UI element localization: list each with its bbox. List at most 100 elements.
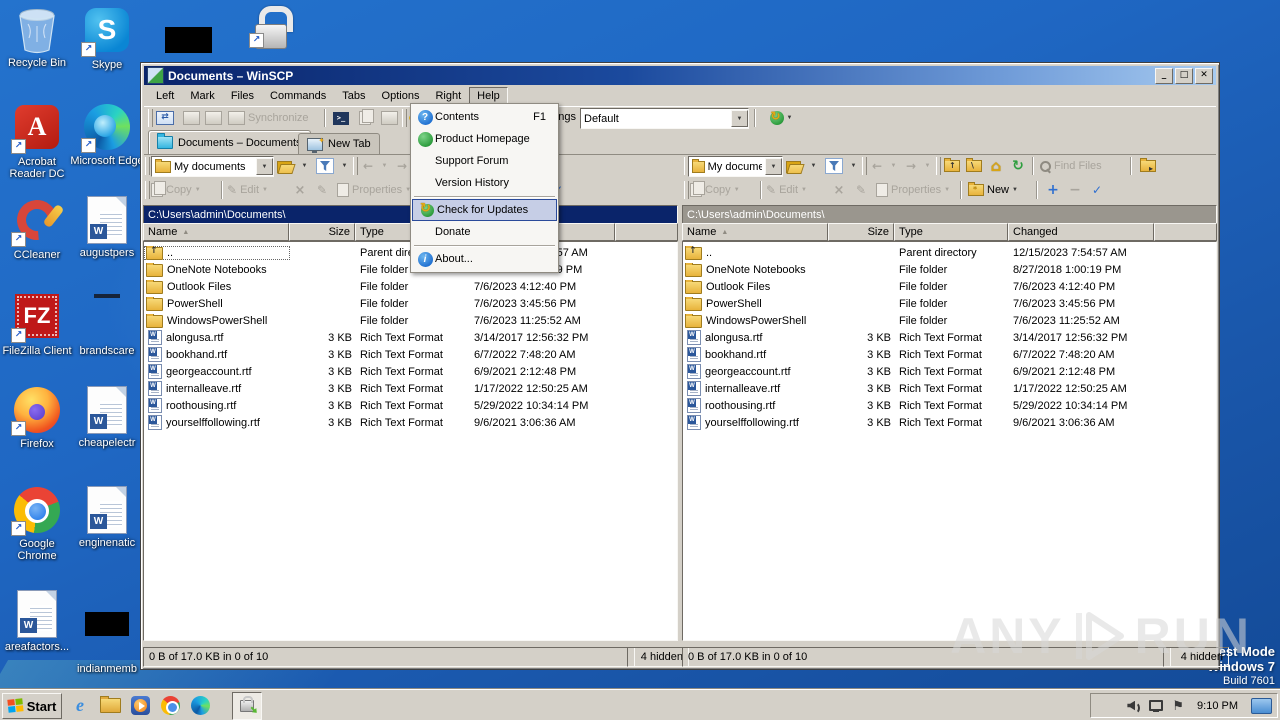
right-filter-button[interactable]	[822, 156, 846, 176]
menu-item-version-history[interactable]: Version History	[411, 172, 558, 194]
speaker-icon[interactable]	[1127, 700, 1141, 714]
desktop-icon-indianmemb[interactable]: indianmemb	[70, 590, 144, 675]
toolbar-grip[interactable]	[145, 181, 150, 199]
file-row-PowerShell[interactable]: PowerShell File folder 7/6/2023 3:45:56 PM	[144, 295, 677, 312]
menu-item-donate[interactable]: Donate	[411, 221, 558, 243]
menu-help[interactable]: Help	[469, 86, 508, 105]
desktop-icon-brandscare[interactable]: brandscare	[70, 292, 144, 357]
right-copy-button[interactable]: Copy	[690, 180, 752, 200]
menu-item-support-forum[interactable]: Support Forum	[411, 150, 558, 172]
left-filter-dropdown[interactable]	[339, 156, 350, 176]
file-row-Outlook-Files[interactable]: Outlook Files File folder 7/6/2023 4:12:40…	[683, 278, 1216, 295]
toolbar-grip[interactable]	[684, 181, 689, 199]
right-directory-tree-button[interactable]: ▸	[1136, 156, 1160, 176]
file-row-PowerShell[interactable]: PowerShell File folder 7/6/2023 3:45:56 PM	[683, 295, 1216, 312]
network-icon[interactable]	[1149, 699, 1164, 712]
taskbar-media-player-button[interactable]	[128, 694, 152, 716]
desktop-icon-skype[interactable]: S Skype	[70, 6, 144, 71]
file-row-roothousing.rtf[interactable]: roothousing.rtf 3 KB Rich Text Format 5/29/…	[683, 397, 1216, 414]
toolbar-grip[interactable]	[148, 109, 153, 127]
left-properties-button[interactable]: Properties	[337, 180, 415, 200]
column-header-name[interactable]: Name ▲	[682, 223, 828, 241]
left-copy-button[interactable]: Copy	[151, 180, 213, 200]
synchronize-button[interactable]: Synchronize	[228, 108, 320, 128]
file-row-bookhand.rtf[interactable]: bookhand.rtf 3 KB Rich Text Format 6/7/2022…	[683, 346, 1216, 363]
column-header-type[interactable]: Type	[894, 223, 1008, 241]
right-home-directory-button[interactable]: ⌂	[986, 156, 1006, 176]
desktop-icon-augustpers[interactable]: W augustpers	[70, 196, 144, 259]
desktop-icon-winscp[interactable]	[234, 4, 308, 52]
toolbar-grip[interactable]	[402, 109, 407, 127]
file-row-yourselffollowing.rtf[interactable]: yourselffollowing.rtf 3 KB Rich Text Forma…	[683, 414, 1216, 431]
menu-item-check-for-updates[interactable]: Check for Updates	[412, 199, 557, 221]
left-back-button[interactable]: ←	[359, 156, 377, 176]
update-button[interactable]: ↻	[762, 108, 800, 128]
toolbar-grip[interactable]	[353, 157, 358, 175]
file-row-..[interactable]: .. Parent directory 12/15/2023 7:54:57 AM	[683, 244, 1216, 261]
desktop-icon-chrome[interactable]: Google Chrome	[0, 486, 74, 562]
left-forward-button[interactable]: →	[393, 156, 411, 176]
left-back-dropdown[interactable]	[379, 156, 390, 176]
menu-left[interactable]: Left	[148, 87, 182, 105]
file-row-alongusa.rtf[interactable]: alongusa.rtf 3 KB Rich Text Format 3/14/201…	[144, 329, 677, 346]
right-filter-dropdown[interactable]	[848, 156, 859, 176]
desktop-icon-recycle-bin[interactable]: Recycle Bin	[0, 6, 74, 69]
menu-mark[interactable]: Mark	[182, 87, 222, 105]
tab-documents-session[interactable]: Documents – Documents	[148, 130, 311, 154]
taskbar-clock[interactable]: 9:10 PM	[1193, 700, 1242, 712]
menu-item-contents[interactable]: Contents F1	[411, 106, 558, 128]
menu-options[interactable]: Options	[374, 87, 428, 105]
panel-layout-button[interactable]	[180, 108, 202, 128]
desktop-icon-firefox[interactable]: Firefox	[0, 386, 74, 450]
taskbar-chrome-button[interactable]	[158, 694, 182, 716]
combo-dropdown-icon[interactable]	[731, 110, 748, 127]
transfer-view-button[interactable]	[378, 108, 400, 128]
right-root-directory-button[interactable]: \	[964, 156, 984, 176]
combo-dropdown-icon[interactable]	[256, 158, 273, 175]
desktop-icon-cheapelectr[interactable]: W cheapelectr	[70, 386, 144, 449]
column-header-changed[interactable]: Changed	[1008, 223, 1154, 241]
desktop-icon-filezilla[interactable]: FZ FileZilla Client	[0, 292, 74, 357]
left-rename-button[interactable]: ✎	[313, 180, 331, 200]
tab-new-tab[interactable]: ✦ New Tab	[298, 133, 380, 154]
transfer-settings-combo[interactable]: Default	[580, 108, 749, 129]
taskbar-edge-button[interactable]	[188, 694, 212, 716]
right-back-button[interactable]: ←	[868, 156, 886, 176]
left-edit-button[interactable]: ✎ Edit	[227, 180, 285, 200]
right-open-directory-dropdown[interactable]	[808, 156, 819, 176]
right-select-button[interactable]: +	[1044, 180, 1062, 200]
file-row-OneNote-Notebooks[interactable]: OneNote Notebooks File folder 8/27/2018 1:…	[683, 261, 1216, 278]
right-rename-button[interactable]: ✎	[852, 180, 870, 200]
right-back-dropdown[interactable]	[888, 156, 899, 176]
file-row-internalleave.rtf[interactable]: internalleave.rtf 3 KB Rich Text Format 1/1…	[683, 380, 1216, 397]
right-path-bar[interactable]: C:\Users\admin\Documents\	[682, 205, 1217, 224]
file-row-yourselffollowing.rtf[interactable]: yourselffollowing.rtf 3 KB Rich Text Forma…	[144, 414, 677, 431]
menu-right[interactable]: Right	[427, 87, 469, 105]
file-row-internalleave.rtf[interactable]: internalleave.rtf 3 KB Rich Text Format 1/1…	[144, 380, 677, 397]
desktop-icon-edge[interactable]: Microsoft Edge	[70, 103, 144, 167]
menu-files[interactable]: Files	[223, 87, 262, 105]
file-row-georgeaccount.rtf[interactable]: georgeaccount.rtf 3 KB Rich Text Format 6/9…	[683, 363, 1216, 380]
toolbar-grip[interactable]	[862, 157, 867, 175]
right-forward-button[interactable]: →	[902, 156, 920, 176]
left-directory-combo[interactable]: My documents	[151, 156, 274, 177]
file-row-WindowsPowerShell[interactable]: WindowsPowerShell File folder 7/6/2023 11:…	[683, 312, 1216, 329]
file-row-WindowsPowerShell[interactable]: WindowsPowerShell File folder 7/6/2023 11:…	[144, 312, 677, 329]
combo-dropdown-icon[interactable]	[765, 158, 782, 175]
taskbar-ie-button[interactable]: e	[68, 694, 92, 716]
toolbar-grip[interactable]	[145, 157, 150, 175]
desktop-icon-enginenatic[interactable]: W enginenatic	[70, 486, 144, 549]
menu-commands[interactable]: Commands	[262, 87, 334, 105]
right-unselect-button[interactable]: −	[1066, 180, 1084, 200]
left-open-directory-dropdown[interactable]	[299, 156, 310, 176]
menu-tabs[interactable]: Tabs	[334, 87, 373, 105]
right-find-files-button[interactable]: Find Files	[1040, 156, 1126, 176]
left-delete-button[interactable]: ×	[291, 180, 309, 200]
minimize-button[interactable]: _	[1155, 67, 1173, 84]
left-file-list[interactable]: ..Parent directory12/15/2023 7:54:57 AMO…	[143, 241, 678, 641]
column-header-size[interactable]: Size	[289, 223, 355, 241]
maximize-button[interactable]: □	[1175, 67, 1193, 84]
toolbar-grip[interactable]	[936, 157, 941, 175]
right-delete-button[interactable]: ×	[830, 180, 848, 200]
menu-item-product-homepage[interactable]: Product Homepage	[411, 128, 558, 150]
